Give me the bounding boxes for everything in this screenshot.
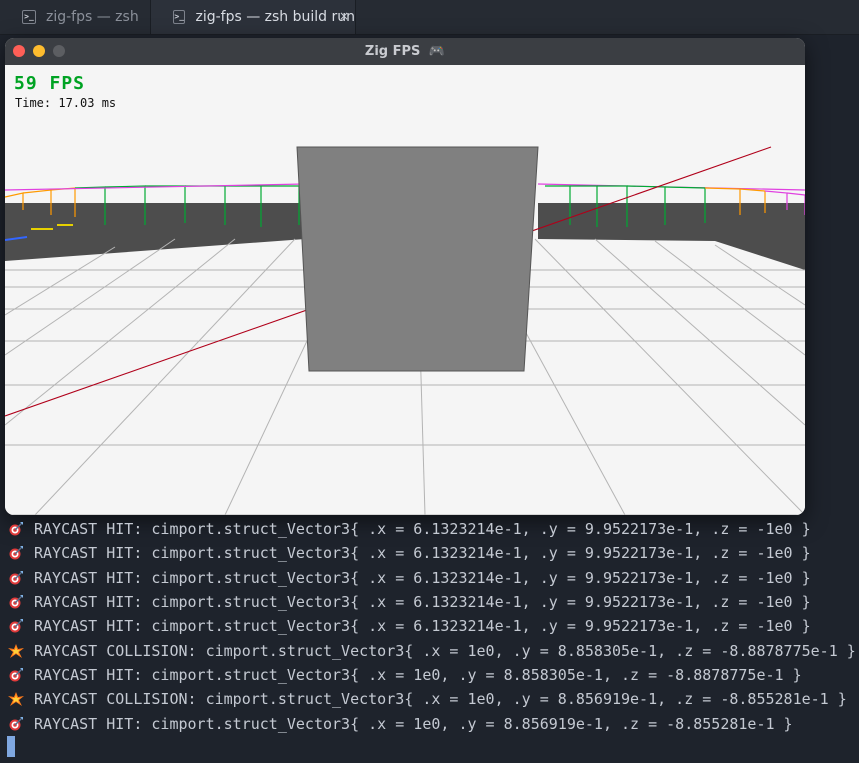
window-titlebar[interactable]: Zig FPS 🎮 (5, 38, 805, 66)
target-icon (8, 667, 27, 682)
log-line: RAYCAST HIT: cimport.struct_Vector3{ .x … (0, 590, 859, 614)
log-text: RAYCAST HIT: cimport.struct_Vector3{ .x … (34, 665, 802, 684)
collision-icon (8, 643, 27, 658)
log-line: RAYCAST HIT: cimport.struct_Vector3{ .x … (0, 566, 859, 590)
tab-label: zig-fps — zsh build run (195, 9, 355, 25)
cube (296, 146, 539, 372)
terminal-output[interactable]: RAYCAST HIT: cimport.struct_Vector3{ .x … (0, 517, 859, 736)
log-text: RAYCAST HIT: cimport.struct_Vector3{ .x … (34, 520, 811, 539)
close-icon[interactable]: × (339, 9, 349, 23)
log-line: RAYCAST HIT: cimport.struct_Vector3{ .x … (0, 663, 859, 687)
target-icon (8, 619, 27, 633)
target-icon (8, 570, 27, 585)
log-line: RAYCAST HIT: cimport.struct_Vector3{ .x … (0, 517, 859, 541)
frame-time: Time: 17.03 ms (15, 96, 117, 110)
target-icon (8, 595, 27, 609)
log-text: RAYCAST HIT: cimport.struct_Vector3{ .x … (34, 544, 811, 563)
terminal-icon: >_ (173, 10, 186, 24)
log-line: RAYCAST COLLISION: cimport.struct_Vector… (0, 638, 859, 662)
log-line: RAYCAST HIT: cimport.struct_Vector3{ .x … (0, 711, 859, 735)
tab-label: zig-fps — zsh (46, 9, 139, 25)
log-line: RAYCAST HIT: cimport.struct_Vector3{ .x … (0, 614, 859, 638)
log-text: RAYCAST HIT: cimport.struct_Vector3{ .x … (34, 617, 811, 636)
log-text: RAYCAST HIT: cimport.struct_Vector3{ .x … (34, 568, 811, 587)
tab-zig-fps-build-run[interactable]: >_ zig-fps — zsh build run × (151, 0, 356, 34)
target-icon (8, 546, 27, 560)
collision-icon (8, 692, 27, 707)
log-text: RAYCAST HIT: cimport.struct_Vector3{ .x … (34, 714, 793, 733)
game-window: Zig FPS 🎮 59 FPS Time: 17.03 ms (5, 38, 805, 515)
log-text: RAYCAST HIT: cimport.struct_Vector3{ .x … (34, 593, 811, 612)
terminal-cursor (7, 736, 15, 757)
grid-line (534, 238, 805, 515)
grid-line (34, 238, 296, 515)
back-wall (538, 203, 805, 270)
wall-marker (5, 183, 306, 191)
target-icon (8, 716, 27, 731)
window-title-text: Zig FPS (364, 44, 421, 59)
gamepad-icon: 🎮 (428, 44, 446, 59)
log-text: RAYCAST COLLISION: cimport.struct_Vector… (34, 641, 856, 660)
game-viewport[interactable]: 59 FPS Time: 17.03 ms (5, 65, 805, 515)
target-icon (8, 522, 27, 536)
terminal-tab-bar: >_ zig-fps — zsh >_ zig-fps — zsh build … (0, 0, 859, 35)
fps-counter: 59 FPS (14, 73, 86, 94)
scene-canvas (5, 146, 805, 515)
log-line: RAYCAST HIT: cimport.struct_Vector3{ .x … (0, 541, 859, 565)
window-title: Zig FPS 🎮 (5, 38, 805, 65)
log-text: RAYCAST COLLISION: cimport.struct_Vector… (34, 690, 847, 709)
terminal-icon: >_ (22, 10, 36, 24)
tab-zig-fps-zsh[interactable]: >_ zig-fps — zsh (0, 0, 151, 34)
log-line: RAYCAST COLLISION: cimport.struct_Vector… (0, 687, 859, 711)
